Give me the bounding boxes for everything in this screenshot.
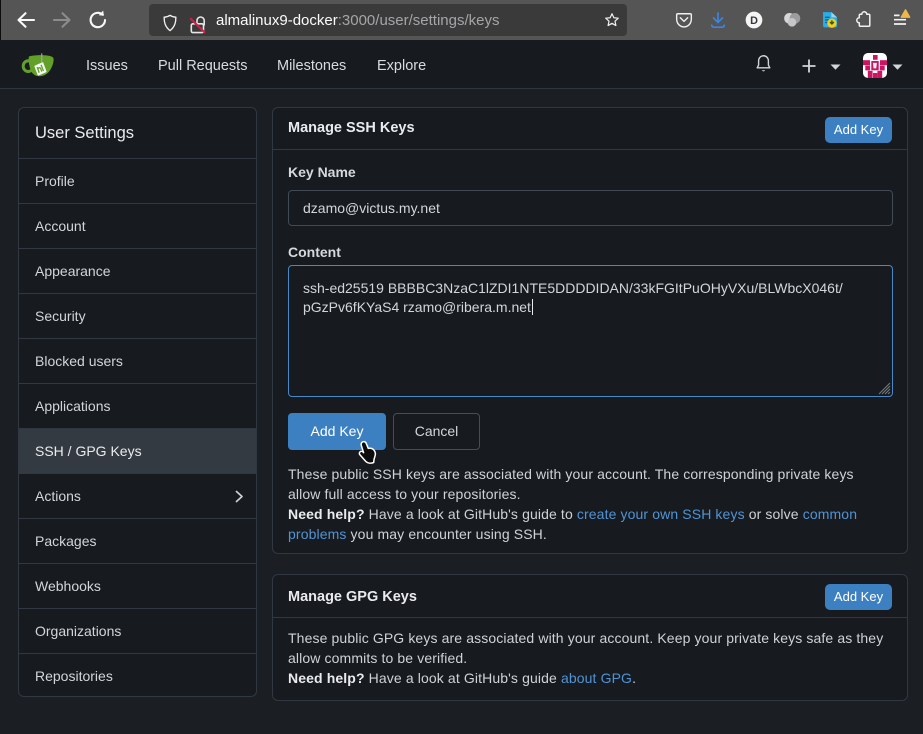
svg-text:D: D (750, 15, 758, 27)
